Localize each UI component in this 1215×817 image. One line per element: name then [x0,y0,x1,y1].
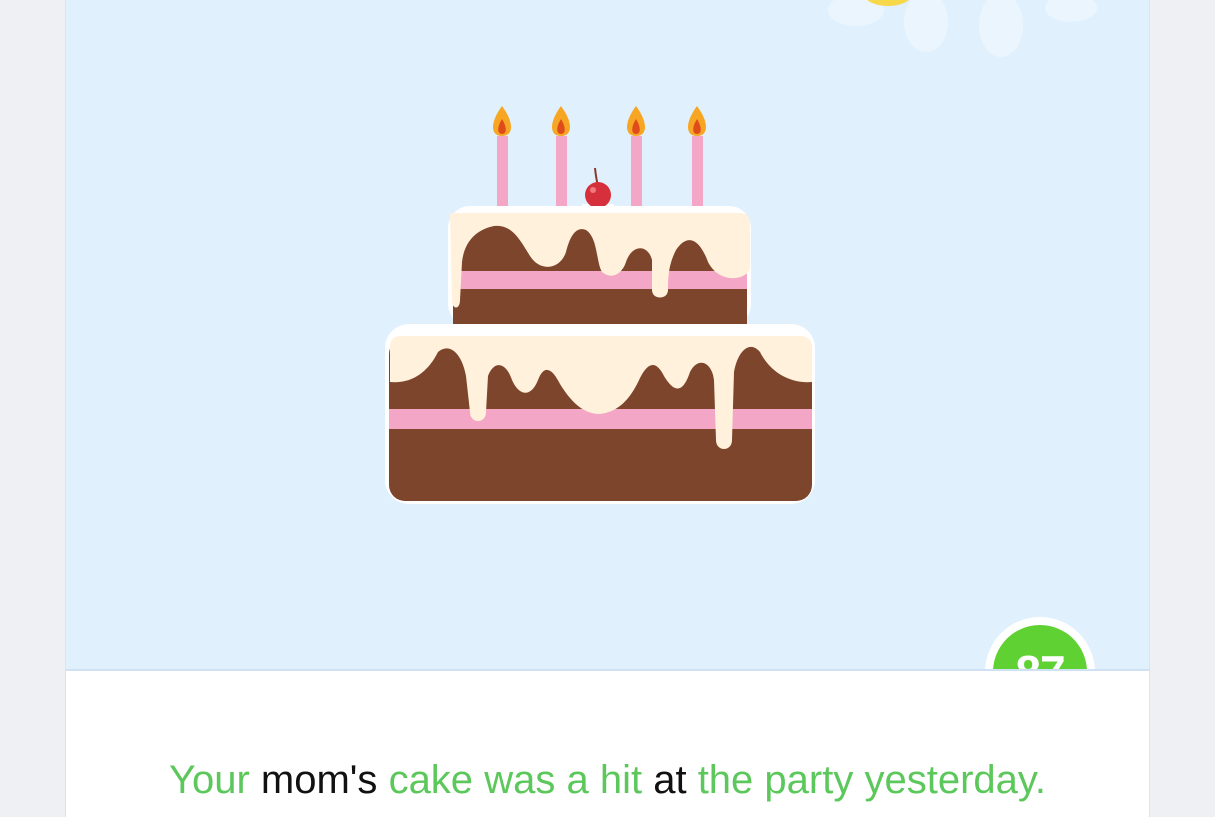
flashcard: 87 Your mom's cake was a hit at the part… [66,0,1149,817]
word-your[interactable]: Your [169,758,250,802]
sentence: Your mom's cake was a hit at the party y… [66,752,1149,808]
word-yesterday[interactable]: yesterday. [864,758,1046,802]
word-a[interactable]: a [566,758,588,802]
word-the[interactable]: the [698,758,754,802]
word-moms[interactable]: mom's [261,758,378,802]
word-at[interactable]: at [653,758,686,802]
word-was[interactable]: was [484,758,555,802]
cherry-icon [582,167,614,210]
score-value: 87 [993,625,1087,669]
illustration-panel: 87 [66,0,1149,671]
word-party[interactable]: party [764,758,853,802]
flower-decoration [828,0,1097,57]
scene-art [385,0,1097,504]
birthday-cake-icon [385,106,815,504]
word-hit[interactable]: hit [600,758,642,802]
word-cake[interactable]: cake [389,758,474,802]
